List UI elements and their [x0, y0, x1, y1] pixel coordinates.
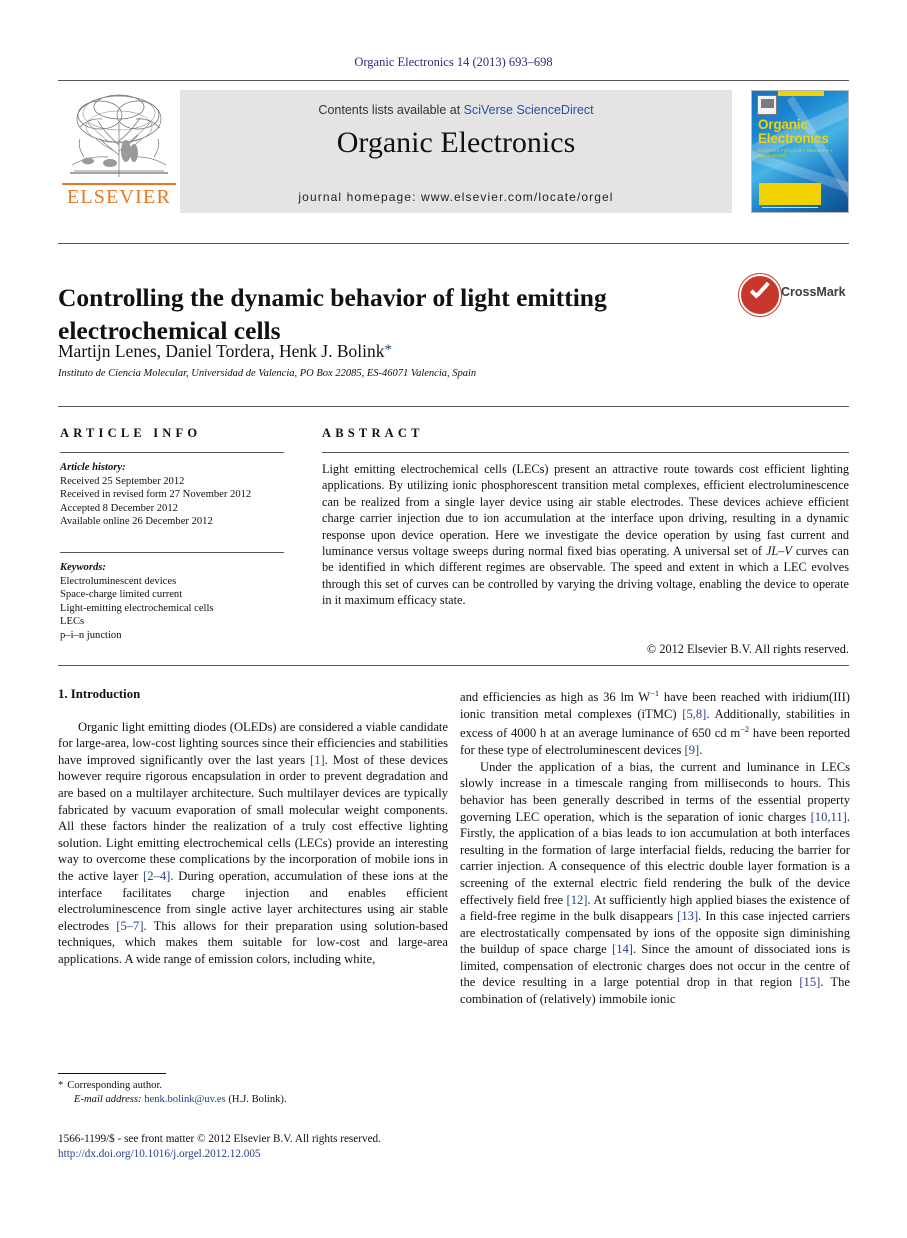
crossmark-icon: [739, 274, 781, 316]
article-info-heading: ARTICLE INFO: [60, 426, 202, 440]
keyword-item: Light-emitting electrochemical cells: [60, 602, 214, 614]
superscript: −2: [740, 725, 750, 735]
journal-banner: Contents lists available at SciVerse Sci…: [180, 90, 732, 213]
citation-ref[interactable]: [14]: [612, 942, 633, 956]
article-history-block: Article history: Received 25 September 2…: [60, 461, 296, 529]
citation-ref[interactable]: [1]: [310, 753, 325, 767]
footnote-star-marker: *: [58, 1080, 64, 1091]
superscript: −1: [650, 689, 660, 698]
citation-ref[interactable]: [15]: [799, 975, 820, 989]
contents-available-line: Contents lists available at SciVerse Sci…: [180, 103, 732, 117]
citation-ref[interactable]: [12]: [567, 893, 588, 907]
keywords-label: Keywords:: [60, 562, 106, 573]
issn-copyright-line: 1566-1199/$ - see front matter © 2012 El…: [58, 1133, 381, 1145]
doi-link[interactable]: http://dx.doi.org/10.1016/j.orgel.2012.1…: [58, 1147, 478, 1162]
abstract-copyright: © 2012 Elsevier B.V. All rights reserved…: [646, 642, 849, 656]
sciencedirect-link[interactable]: SciVerse ScienceDirect: [464, 103, 594, 117]
paragraph: and efficiencies as high as 36 lm W−1 ha…: [460, 686, 850, 759]
email-label: E-mail address:: [74, 1094, 142, 1105]
email-owner: (H.J. Bolink).: [228, 1094, 287, 1105]
article-history-item: Accepted 8 December 2012: [60, 502, 178, 514]
keyword-item: LECs: [60, 616, 85, 628]
citation-ref[interactable]: [5,8]: [682, 707, 706, 721]
crossmark-label: CrossMark: [781, 285, 846, 299]
corresponding-author-note: * Corresponding author.: [58, 1079, 448, 1093]
article-history-item: Received 25 September 2012: [60, 475, 185, 487]
cover-top-bar: [778, 91, 824, 96]
corresponding-author-text: Corresponding author.: [67, 1080, 163, 1091]
elsevier-wordmark: ELSEVIER: [66, 186, 172, 208]
citation-ref[interactable]: [9]: [685, 743, 700, 757]
abstract-heading: ABSTRACT: [322, 426, 424, 440]
journal-masthead: ELSEVIER Contents lists available at Sci…: [58, 90, 849, 213]
keyword-item: Space-charge limited current: [60, 589, 183, 601]
body-column-right: and efficiencies as high as 36 lm W−1 ha…: [460, 686, 850, 1008]
body-column-left: 1. Introduction Organic light emitting d…: [58, 686, 448, 968]
cover-title-line2: Electronics: [758, 131, 829, 146]
corresponding-author-marker: *: [384, 342, 393, 358]
header-divider: [58, 80, 849, 81]
cover-subtitle: materials • physics • chemistry • applic…: [758, 148, 833, 158]
journal-title: Organic Electronics: [336, 126, 576, 159]
text-run: Under the application of a bias, the cur…: [460, 759, 850, 824]
abstract-text: Light emitting electrochemical cells (LE…: [322, 461, 849, 609]
cover-title: Organic Electronics: [758, 118, 846, 146]
elsevier-rule: [62, 183, 176, 185]
abstract-rule: [322, 452, 849, 453]
footnote-block: * Corresponding author. E-mail address: h…: [58, 1079, 448, 1107]
contents-prefix: Contents lists available at: [318, 103, 464, 117]
footnote-divider: [58, 1073, 166, 1074]
citation-ref[interactable]: [10,11]: [811, 810, 847, 824]
email-note: E-mail address: henk.bolink@uv.es (H.J. …: [58, 1093, 448, 1107]
text-run: .: [699, 743, 703, 758]
cover-elsevier-mark: [757, 95, 777, 115]
info-rule-lower: [60, 552, 284, 553]
author-list: Martijn Lenes, Daniel Tordera, Henk J. B…: [58, 341, 698, 362]
imprint-block: 1566-1199/$ - see front matter © 2012 El…: [58, 1132, 478, 1162]
journal-homepage[interactable]: journal homepage: www.elsevier.com/locat…: [180, 190, 732, 204]
article-history-item: Available online 26 December 2012: [60, 516, 213, 528]
section-heading-introduction: 1. Introduction: [58, 687, 141, 701]
elsevier-tree-icon: [70, 94, 168, 177]
journal-cover-thumbnail[interactable]: Organic Electronics materials • physics …: [751, 90, 849, 213]
citation-ref[interactable]: [5–7]: [116, 919, 143, 933]
cover-bottom-line: [762, 207, 818, 208]
keywords-block: Keywords: Electroluminescent devices Spa…: [60, 561, 296, 643]
author-names: Martijn Lenes, Daniel Tordera, Henk J. B…: [58, 341, 385, 361]
email-link[interactable]: henk.bolink@uv.es: [144, 1094, 225, 1105]
article-history-item: Received in revised form 27 November 201…: [60, 489, 252, 501]
info-divider-top: [58, 406, 849, 407]
page-title: Controlling the dynamic behavior of ligh…: [58, 283, 607, 346]
title-divider: [58, 243, 849, 244]
citation-ref[interactable]: [2–4]: [143, 869, 170, 883]
cover-title-line1: Organic: [758, 117, 808, 132]
text-run: and efficiencies as high as 36 lm W: [460, 690, 651, 705]
crossmark-badge[interactable]: CrossMark: [739, 272, 849, 316]
info-divider-bottom: [58, 665, 849, 666]
abstract-italic-term: JL–V: [765, 544, 792, 559]
elsevier-logo: ELSEVIER: [58, 93, 180, 211]
keyword-item: p–i–n junction: [60, 629, 122, 641]
article-history-label: Article history:: [60, 462, 126, 473]
article-page: Organic Electronics 14 (2013) 693–698 EL…: [0, 0, 907, 1238]
paragraph: Under the application of a bias, the cur…: [460, 759, 850, 1008]
cover-bottom-block: [759, 183, 821, 205]
affiliation: Instituto de Ciencia Molecular, Universi…: [58, 368, 477, 379]
text-run: . Most of these devices however require …: [58, 752, 448, 883]
running-head: Organic Electronics 14 (2013) 693–698: [354, 55, 553, 69]
paragraph: Organic light emitting diodes (OLEDs) ar…: [58, 719, 448, 968]
keyword-item: Electroluminescent devices: [60, 575, 177, 587]
info-rule-upper: [60, 452, 284, 453]
citation-ref[interactable]: [13]: [677, 909, 698, 923]
